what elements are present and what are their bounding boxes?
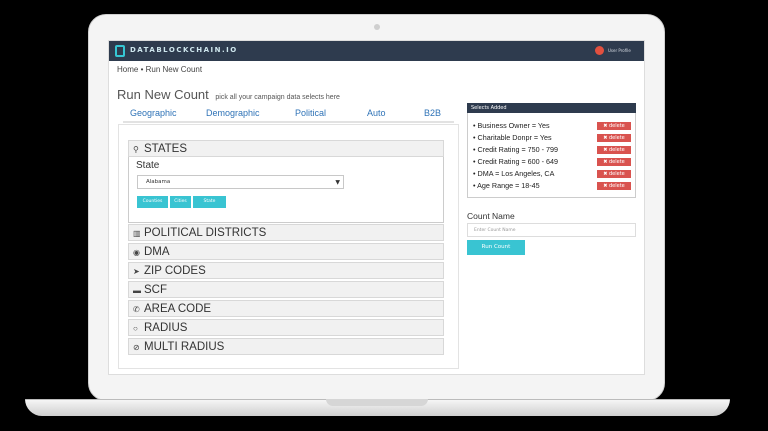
top-navbar: DATABLOCKCHAIN.IO User Profile	[109, 41, 644, 61]
accordion-radius-title: RADIUS	[144, 322, 188, 334]
send-icon: ➤	[133, 267, 140, 276]
check-circle-icon: ⊘	[133, 343, 140, 352]
chevron-down-icon: ▼	[335, 179, 340, 186]
accordion-area-title: AREA CODE	[144, 303, 212, 315]
tab-auto[interactable]: Auto	[367, 108, 386, 118]
select-item: • Age Range = 18-45	[473, 181, 540, 190]
count-name-input[interactable]: Enter Count Name	[467, 223, 636, 237]
tab-political[interactable]: Political	[295, 108, 326, 118]
counties-button[interactable]: Counties	[137, 196, 168, 208]
page-title-text: Run New Count	[117, 87, 209, 102]
accordion-radius[interactable]: ○ RADIUS	[128, 319, 444, 336]
avatar-icon[interactable]	[595, 46, 604, 55]
delete-button[interactable]: ✖ delete	[597, 182, 631, 190]
tab-b2b[interactable]: B2B	[424, 108, 441, 118]
circle-icon: ○	[133, 324, 138, 333]
accordion-scf[interactable]: ▬ SCF	[128, 281, 444, 298]
page-title: Run New Count pick all your campaign dat…	[117, 87, 340, 102]
delete-label: delete	[609, 183, 625, 189]
accordion-political-title: POLITICAL DISTRICTS	[144, 227, 267, 239]
app-screen: DATABLOCKCHAIN.IO User Profile Home • Ru…	[108, 40, 645, 375]
laptop-notch	[326, 399, 428, 406]
accordion-zip-codes[interactable]: ➤ ZIP CODES	[128, 262, 444, 279]
breadcrumb[interactable]: Home • Run New Count	[117, 65, 202, 74]
accordion-political-districts[interactable]: ▥ POLITICAL DISTRICTS	[128, 224, 444, 241]
select-item: • DMA = Los Angeles, CA	[473, 169, 555, 178]
delete-button[interactable]: ✖ delete	[597, 122, 631, 130]
select-item: • Business Owner = Yes	[473, 121, 550, 130]
select-item-text: Age Range = 18-45	[477, 181, 540, 190]
accordion-area-code[interactable]: ✆ AREA CODE	[128, 300, 444, 317]
category-tabs: Geographic Demographic Political Auto B2…	[123, 103, 454, 123]
user-profile-link[interactable]: User Profile	[608, 48, 631, 53]
delete-button[interactable]: ✖ delete	[597, 134, 631, 142]
select-item-text: Credit Rating = 600 - 649	[477, 157, 559, 166]
state-select[interactable]: Alabama ▼	[137, 175, 344, 189]
accordion-zip-title: ZIP CODES	[144, 265, 206, 277]
select-item-text: Credit Rating = 750 - 799	[477, 145, 559, 154]
delete-label: delete	[609, 123, 625, 129]
accordion-multi-title: MULTI RADIUS	[144, 341, 225, 353]
map-icon: ▥	[133, 229, 141, 238]
accordion-states[interactable]: ⚲ STATES	[128, 140, 444, 157]
delete-button[interactable]: ✖ delete	[597, 158, 631, 166]
logo-icon	[115, 45, 125, 57]
card-icon: ▬	[133, 286, 141, 295]
accordion-states-title: STATES	[144, 143, 188, 155]
state-button[interactable]: State	[193, 196, 226, 208]
accordion-dma[interactable]: ◉ DMA	[128, 243, 444, 260]
dot-circle-icon: ◉	[133, 248, 140, 257]
run-count-button[interactable]: Run Count	[467, 240, 525, 255]
accordion-multi-radius[interactable]: ⊘ MULTI RADIUS	[128, 338, 444, 355]
delete-button[interactable]: ✖ delete	[597, 170, 631, 178]
select-item-text: Charitable Donpr = Yes	[477, 133, 552, 142]
logo-text: DATABLOCKCHAIN.IO	[130, 46, 238, 54]
count-name-label: Count Name	[467, 211, 515, 221]
map-pin-icon: ⚲	[133, 145, 139, 154]
tab-geographic[interactable]: Geographic	[130, 108, 177, 118]
state-label: State	[136, 160, 160, 171]
select-item-text: Business Owner = Yes	[477, 121, 550, 130]
phone-icon: ✆	[133, 305, 140, 314]
select-item: • Credit Rating = 600 - 649	[473, 157, 559, 166]
select-item: • Charitable Donpr = Yes	[473, 133, 552, 142]
page-subtitle: pick all your campaign data selects here	[215, 94, 340, 101]
accordion-scf-title: SCF	[144, 284, 167, 296]
accordion-dma-title: DMA	[144, 246, 170, 258]
selects-added-header: Selects Added	[467, 103, 636, 113]
tab-demographic[interactable]: Demographic	[206, 108, 260, 118]
delete-label: delete	[609, 159, 625, 165]
delete-label: delete	[609, 135, 625, 141]
cities-button[interactable]: Cities	[170, 196, 191, 208]
select-item: • Credit Rating = 750 - 799	[473, 145, 559, 154]
delete-label: delete	[609, 147, 625, 153]
delete-button[interactable]: ✖ delete	[597, 146, 631, 154]
state-select-value: Alabama	[146, 179, 171, 185]
select-item-text: DMA = Los Angeles, CA	[477, 169, 555, 178]
webcam-icon	[374, 24, 380, 30]
delete-label: delete	[609, 171, 625, 177]
